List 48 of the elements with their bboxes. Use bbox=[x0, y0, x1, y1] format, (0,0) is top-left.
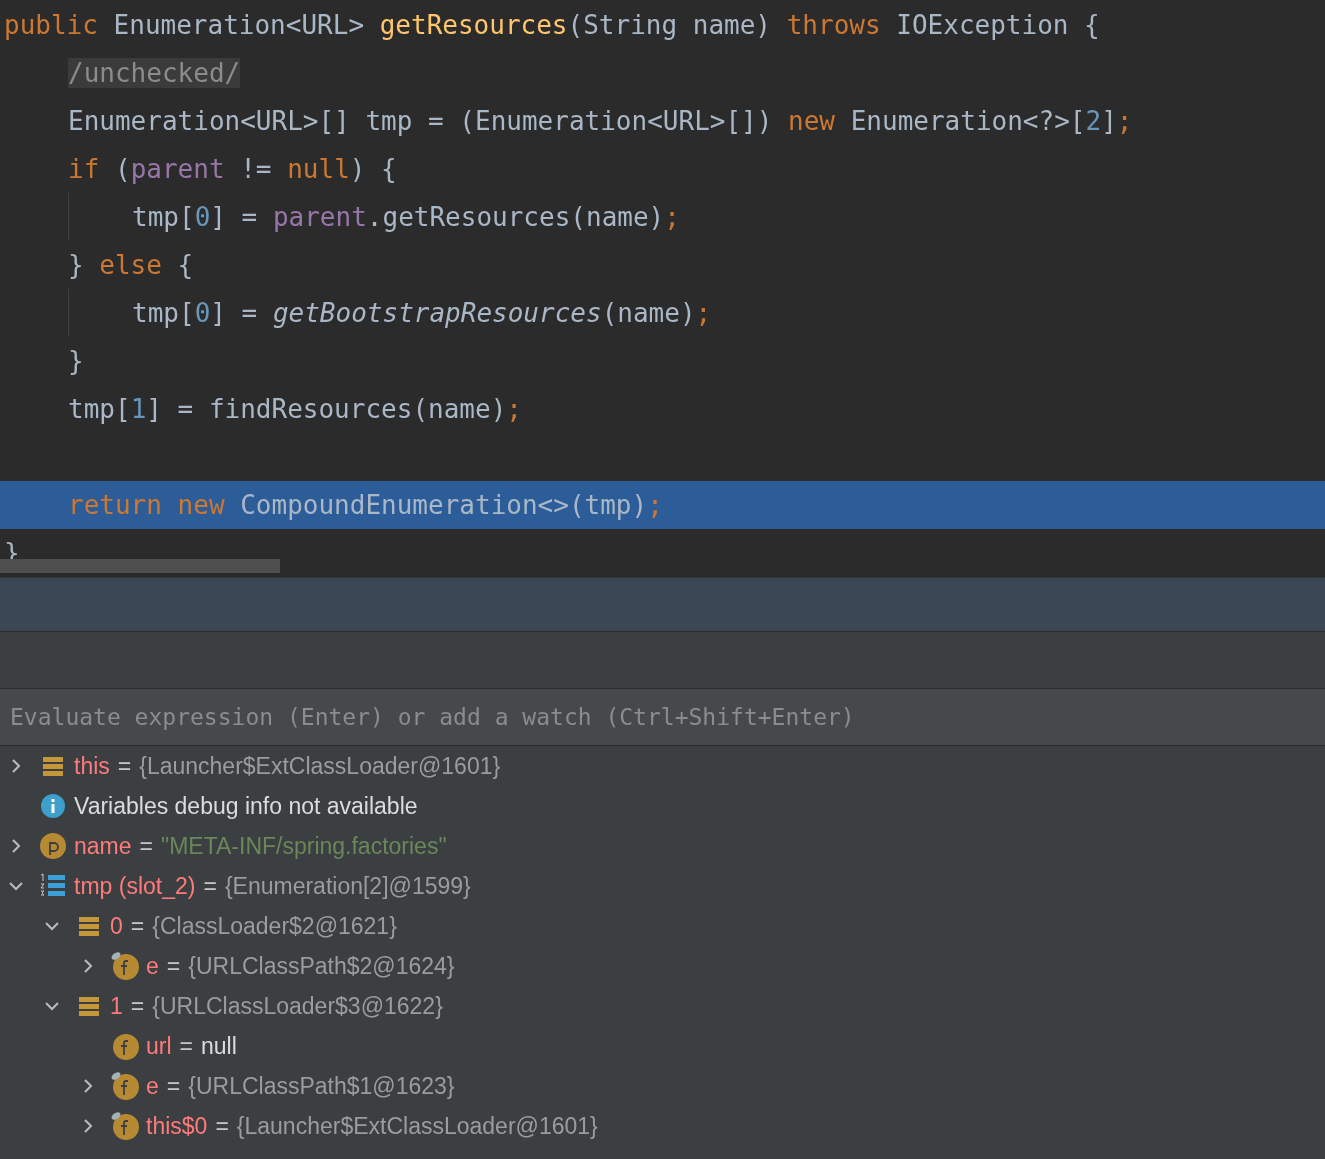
variable-name: this$0 bbox=[146, 1111, 208, 1141]
stack-icon bbox=[78, 995, 100, 1017]
variable-value: {Launcher$ExtClassLoader@1601} bbox=[236, 1111, 598, 1141]
variable-value: {Launcher$ExtClassLoader@1601} bbox=[139, 751, 501, 781]
stack-icon bbox=[42, 755, 64, 777]
horizontal-scrollbar[interactable] bbox=[0, 559, 280, 573]
equals-sign: = bbox=[117, 751, 132, 781]
f-circle-icon bbox=[110, 1071, 140, 1101]
equals-sign: = bbox=[215, 1111, 229, 1141]
code-line: } else { bbox=[68, 248, 194, 282]
p-circle-icon bbox=[39, 832, 67, 860]
equals-sign: = bbox=[179, 1031, 193, 1061]
evaluate-field[interactable]: Evaluate expression (Enter) or add a watch (Ctrl+Shift+Enter) bbox=[0, 688, 1325, 746]
variable-name: 1 bbox=[110, 991, 123, 1021]
equals-sign: = bbox=[166, 951, 181, 981]
equals-sign: = bbox=[130, 991, 145, 1021]
variable-name: e bbox=[146, 1071, 159, 1101]
code-line: if (parent != null) { bbox=[68, 152, 397, 186]
variable-name: this bbox=[74, 751, 110, 781]
code-line: tmp[1] = findResources(name); bbox=[68, 392, 522, 426]
variable-name: url bbox=[146, 1031, 172, 1061]
variable-value: {Enumeration[2]@1599} bbox=[224, 871, 471, 901]
equals-sign: = bbox=[130, 911, 145, 941]
equals-sign: = bbox=[203, 871, 217, 901]
equals-sign: = bbox=[166, 1071, 181, 1101]
code-line: Enumeration<URL>[] tmp = (Enumeration<URL>[]) new Enumeration<?>[2]; bbox=[68, 104, 1133, 138]
info-icon bbox=[40, 793, 66, 819]
variable-value: {URLClassPath$1@1623} bbox=[188, 1071, 455, 1101]
variable-value: {ClassLoader$2@1621} bbox=[152, 911, 397, 941]
info-message: Variables debug info not available bbox=[74, 791, 418, 821]
execution-line: return new CompoundEnumeration<>(tmp); bbox=[68, 488, 663, 522]
variable-value: null bbox=[201, 1031, 237, 1061]
code-line: } bbox=[68, 344, 84, 378]
equals-sign: = bbox=[139, 831, 153, 861]
variable-name: 0 bbox=[110, 911, 123, 941]
f-circle-icon bbox=[110, 951, 140, 981]
code-line: public Enumeration<URL> getResources(String name) throws IOException { bbox=[4, 8, 1100, 42]
variable-name: name bbox=[74, 831, 132, 861]
f-circle-icon bbox=[110, 1031, 140, 1061]
f-circle-icon bbox=[110, 1111, 140, 1141]
variable-value: {URLClassLoader$3@1622} bbox=[152, 991, 443, 1021]
variable-name: tmp (slot_2) bbox=[74, 871, 196, 901]
code-line: tmp[0] = getBootstrapResources(name); bbox=[132, 296, 712, 330]
variable-value: {URLClassPath$2@1624} bbox=[188, 951, 455, 981]
code-line: tmp[0] = parent.getResources(name); bbox=[132, 200, 680, 234]
variable-value: "META-INF/spring.factories" bbox=[161, 831, 447, 861]
stack-icon bbox=[78, 915, 100, 937]
variable-name: e bbox=[146, 951, 159, 981]
